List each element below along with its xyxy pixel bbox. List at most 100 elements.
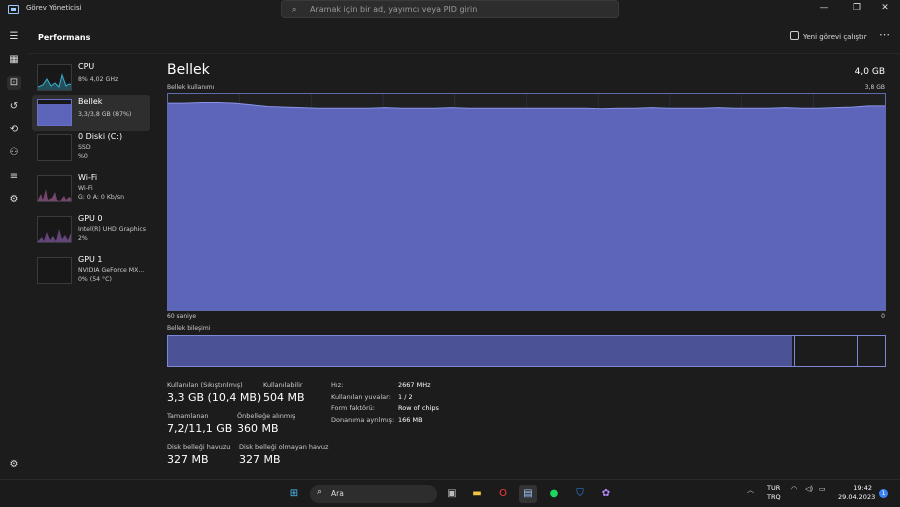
wifi-thumbnail-graph: [38, 189, 71, 201]
task-manager-taskbar-icon[interactable]: ▤: [519, 485, 537, 503]
details-icon[interactable]: ≡: [7, 170, 21, 184]
defender-icon[interactable]: ⛉: [571, 485, 589, 503]
memory-thumbnail: [37, 99, 72, 126]
disk-thumbnail: [37, 134, 72, 161]
composition-in-use: [168, 336, 792, 366]
app-icon[interactable]: ✿: [597, 485, 615, 503]
chevron-up-icon[interactable]: ︿: [747, 485, 754, 495]
memory-usage-chart: [168, 94, 885, 310]
lang-bottom: TRQ: [767, 493, 781, 501]
stat-value: 7,2/11,1 GB: [167, 422, 233, 435]
sidebar-item-title: 0 Diski (C:): [78, 132, 123, 141]
sidebar-item-sub2: 2%: [78, 235, 88, 242]
sidebar-item-memory[interactable]: Bellek 3,3/3,8 GB (87%): [32, 95, 150, 131]
hamburger-menu-icon[interactable]: ☰: [7, 30, 21, 44]
prop-label: Form faktörü:: [331, 404, 375, 412]
close-button[interactable]: ✕: [877, 3, 893, 13]
stat-paged-pool: Disk belleği havuzu 327 MB: [167, 443, 230, 466]
stat-available: Kullanılabilir 504 MB: [263, 381, 305, 404]
users-icon[interactable]: ⚇: [7, 146, 21, 160]
clock[interactable]: 19:42 29.04.2023: [838, 484, 876, 502]
window-title: Görev Yöneticisi: [26, 4, 82, 12]
prop-value: Row of chips: [398, 404, 439, 412]
app-history-icon[interactable]: ↺: [7, 100, 21, 114]
wifi-thumbnail: [37, 175, 72, 202]
wifi-icon[interactable]: ◠: [791, 485, 797, 493]
memory-usage-area: [168, 102, 885, 310]
opera-icon[interactable]: O: [494, 485, 512, 503]
stat-value: 360 MB: [237, 422, 279, 435]
nav-rail: ☰ ▦ ⊡ ↺ ⟲ ⚇ ≡ ⚙ ⚙: [0, 20, 28, 479]
search-placeholder: Aramak için bir ad, yayımcı veya PID gir…: [310, 5, 478, 14]
title-bar: Görev Yöneticisi ⌕ Aramak için bir ad, y…: [0, 0, 900, 20]
memory-composition-bar: [167, 335, 886, 367]
gpu0-thumbnail: [37, 216, 72, 243]
taskbar-search[interactable]: ⌕ Ara: [310, 485, 437, 503]
gpu0-thumbnail-graph: [38, 229, 71, 242]
stat-label: Tamamlanan: [167, 412, 209, 420]
restore-button[interactable]: ❐: [849, 3, 865, 13]
graph-axis-left: 60 saniye: [167, 313, 197, 320]
memory-properties: Hız: 2667 MHz Kullanılan yuvalar: 1 / 2 Fo…: [331, 381, 439, 427]
stat-value: 327 MB: [239, 453, 281, 466]
run-new-task-button[interactable]: Yeni görevi çalıştır: [790, 31, 867, 41]
more-options-button[interactable]: ⋯: [879, 28, 890, 41]
search-icon: ⌕: [317, 487, 323, 497]
prop-value: 166 MB: [398, 415, 423, 424]
sidebar-item-sub: Intel(R) UHD Graphics: [78, 226, 147, 233]
stat-label: Kullanılan (Sıkıştırılmış): [167, 381, 243, 389]
search-icon: ⌕: [292, 5, 297, 14]
memory-usage-graph: [167, 93, 886, 311]
page-title: Performans: [38, 33, 91, 42]
composition-divider: [857, 336, 858, 366]
memory-usage-label: Bellek kullanımı: [167, 84, 215, 91]
stat-label: Disk belleği havuzu: [167, 443, 231, 451]
header: Performans Yeni görevi çalıştır ⋯: [28, 20, 900, 54]
sidebar-item-sub: NVIDIA GeForce MX...: [78, 267, 145, 274]
services-icon[interactable]: ⚙: [7, 193, 21, 207]
stat-committed: Tamamlanan 7,2/11,1 GB: [167, 412, 232, 435]
stat-label: Önbelleğe alınmış: [237, 412, 296, 420]
sidebar-item-gpu0[interactable]: GPU 0 Intel(R) UHD Graphics 2%: [32, 212, 150, 248]
notification-badge[interactable]: 1: [879, 489, 888, 498]
memory-thumbnail-fill: [38, 104, 71, 125]
sidebar-item-title: CPU: [78, 62, 95, 71]
file-explorer-icon[interactable]: ▬: [468, 485, 486, 503]
sidebar-item-sub: 8% 4,02 GHz: [78, 76, 119, 83]
language-indicator[interactable]: TUR TRQ: [767, 484, 781, 502]
run-task-icon: [790, 31, 799, 40]
gpu1-thumbnail: [37, 257, 72, 284]
task-view-icon[interactable]: ▣: [443, 485, 461, 503]
memory-usage-max: 3,8 GB: [864, 84, 885, 91]
task-manager-icon: [8, 5, 19, 14]
prop-label: Donanıma ayrılmış:: [331, 415, 395, 424]
taskbar: ⊞ ⌕ Ara ▣ ▬ O ▤ ● ⛉ ✿ ︿ TUR TRQ ◠ ◁) ▭ 1…: [0, 479, 900, 507]
spotify-icon[interactable]: ●: [545, 485, 563, 503]
prop-value: 1 / 2: [398, 392, 413, 401]
sidebar-item-sub2: %0: [78, 153, 88, 160]
search-input[interactable]: ⌕ Aramak için bir ad, yayımcı veya PID g…: [281, 0, 619, 18]
graph-axis-right: 0: [881, 313, 885, 320]
start-button-icon[interactable]: ⊞: [285, 485, 303, 503]
settings-icon[interactable]: ⚙: [7, 458, 21, 472]
stat-cached: Önbelleğe alınmış 360 MB: [237, 412, 295, 435]
performance-icon[interactable]: ⊡: [7, 76, 21, 90]
composition-divider: [794, 336, 795, 366]
startup-apps-icon[interactable]: ⟲: [7, 123, 21, 137]
sidebar-item-wifi[interactable]: Wi-Fi Wi-Fi G: 0 A: 0 Kb/sn: [32, 171, 150, 207]
performance-sidebar: CPU 8% 4,02 GHz Bellek 3,3/3,8 GB (87%) …: [28, 54, 154, 479]
prop-label: Hız:: [331, 381, 344, 389]
sidebar-item-gpu1[interactable]: GPU 1 NVIDIA GeForce MX... 0% (54 °C): [32, 253, 150, 289]
battery-icon[interactable]: ▭: [819, 485, 826, 493]
processes-icon[interactable]: ▦: [7, 53, 21, 67]
volume-icon[interactable]: ◁): [805, 485, 813, 493]
main-panel: Performans Yeni görevi çalıştır ⋯ CPU 8%…: [28, 20, 900, 479]
stat-value: 327 MB: [167, 453, 209, 466]
taskbar-search-label: Ara: [331, 489, 344, 498]
sidebar-item-disk[interactable]: 0 Diski (C:) SSD %0: [32, 130, 150, 166]
stat-label: Kullanılabilir: [263, 381, 303, 389]
sidebar-item-title: GPU 0: [78, 214, 103, 223]
minimize-button[interactable]: —: [816, 3, 832, 13]
sidebar-item-cpu[interactable]: CPU 8% 4,02 GHz: [32, 60, 150, 96]
clock-date: 29.04.2023: [838, 493, 876, 501]
